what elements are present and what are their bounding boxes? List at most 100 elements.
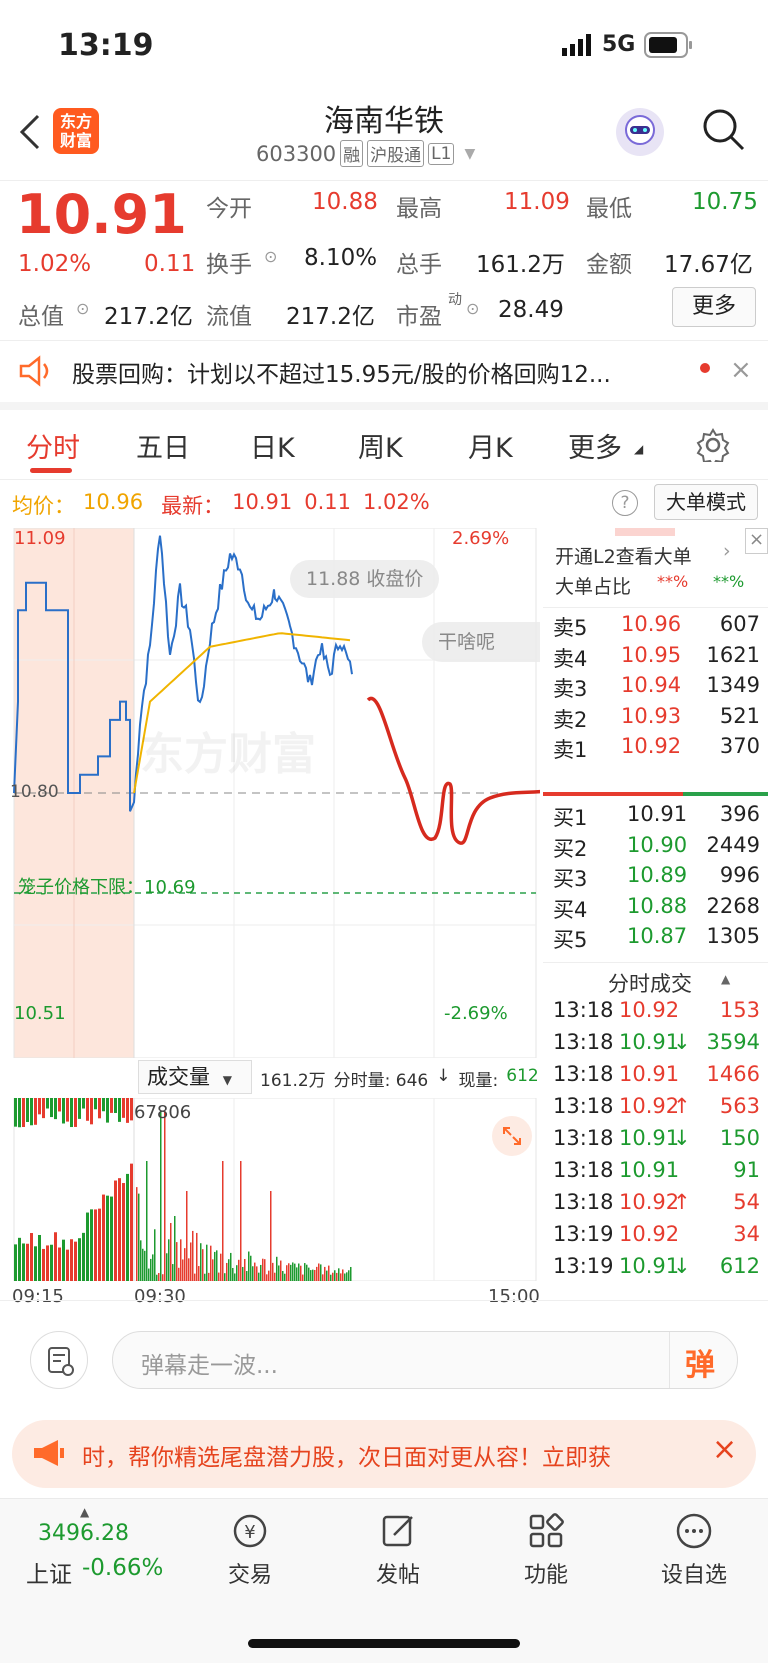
help-icon[interactable]: ? [612,490,638,516]
volume-bar [344,1273,346,1281]
volume-chart[interactable]: 67806 09:15 09:30 15:00 [10,1098,540,1307]
y-axis-bottom: 10.51 [14,1003,66,1024]
down-arrow-icon: ↓ [436,1066,451,1086]
volume-bar [176,1242,178,1281]
info-dots-icon[interactable]: ⊙ [264,247,277,266]
ask-label: 卖1 [553,738,588,762]
buyback-notice[interactable]: 股票回购：计划以不超过15.95元/股的价格回购12... × [0,340,768,410]
collapse-icon[interactable]: ▲ [721,972,730,986]
bid-row[interactable]: 买1 10.91 396 [543,802,768,834]
volume-bar [54,1232,57,1281]
ask-row[interactable]: 卖1 10.92 370 [543,734,768,766]
ticks-title[interactable]: 分时成交 [608,968,692,998]
index-ticker[interactable]: ▲ 3496.28 上证 -0.66% [0,1499,165,1609]
last-change: 0.11 [304,490,352,514]
expand-icon[interactable] [492,1116,532,1156]
bid-row[interactable]: 买4 10.88 2268 [543,894,768,926]
nav-functions[interactable]: 功能 [486,1511,606,1589]
close-icon[interactable]: × [730,355,752,385]
tab-daily[interactable]: 日K [250,426,295,465]
volume-bar [260,1264,262,1281]
volume-bar [156,1274,158,1281]
comment-input[interactable]: 弹幕走一波... 弹 [112,1331,738,1389]
big-order-mode-button[interactable]: 大单模式 [654,484,758,520]
ask-price: 10.94 [621,673,682,697]
close-icon[interactable]: × [712,1432,737,1467]
ask-row[interactable]: 卖2 10.93 521 [543,704,768,736]
l2-text: 开通L2查看大单 [555,546,692,568]
bullet-send-button[interactable]: 弹 [685,1340,715,1384]
nav-post[interactable]: 发帖 [338,1511,458,1589]
ask-row[interactable]: 卖5 10.96 607 [543,612,768,644]
search-icon[interactable] [702,108,746,156]
avg-value: 10.96 [83,490,144,514]
robot-assistant-icon[interactable] [616,108,664,156]
volume-bar [66,1249,69,1281]
volume-bar [70,1239,73,1281]
tick-direction: ↑ [673,1094,691,1118]
volume-bar [90,1209,93,1281]
volume-bar [136,1187,138,1281]
tab-more[interactable]: 更多 [568,426,622,465]
bid-row[interactable]: 买2 10.90 2449 [543,833,768,865]
volume-bar [70,1098,73,1128]
volume-bar [170,1222,172,1281]
expand-up-icon: ▲ [80,1505,90,1519]
bid-row[interactable]: 买3 10.89 996 [543,863,768,895]
volume-bar [286,1265,288,1281]
promo-banner[interactable]: 时，帮你精选尾盘潜力股，次日面对更从容！立即获 × [12,1420,756,1488]
change-percent: 1.02% [18,251,92,277]
tick-volume: 1466 [706,1062,760,1086]
watermark: 东方财富 [140,729,316,780]
megaphone-icon [32,1438,66,1472]
stock-code: 603300 [256,141,337,166]
y-axis-top: 11.09 [14,528,66,549]
nav-functions-label: 功能 [523,1563,568,1588]
volume-bar [226,1262,228,1281]
ask-row[interactable]: 卖3 10.94 1349 [543,673,768,705]
volume-bar [126,1173,129,1281]
volume-bar [254,1262,256,1281]
volume-peak-label: 67806 [134,1102,192,1123]
ask-row[interactable]: 卖4 10.95 1621 [543,643,768,675]
info-dots-icon[interactable]: ⊙ [76,299,89,318]
bid-row[interactable]: 买5 10.87 1305 [543,924,768,956]
volume-bar [140,1240,142,1281]
y-axis-top-pct: 2.69% [452,528,510,549]
volume-bar [122,1098,125,1118]
notice-text: 股票回购：计划以不超过15.95元/股的价格回购12... [72,362,611,388]
volume-bar [188,1258,190,1281]
close-icon[interactable]: × [745,528,768,554]
tab-intraday[interactable]: 分时 [26,426,80,465]
volume-selector[interactable]: 成交量 ▼ [138,1060,252,1094]
nav-add-watchlist[interactable]: 设自选 [634,1511,754,1589]
note-icon[interactable] [30,1331,88,1389]
last-change-pct: 1.02% [363,490,430,514]
pe-sup: 动 [448,292,462,308]
more-button[interactable]: 更多 [672,287,756,327]
bid-label: 买1 [553,806,588,830]
volume-bar [214,1251,216,1281]
divider [543,962,768,963]
tick-volume: 91 [733,1158,760,1182]
dropdown-icon[interactable]: ▼ [464,146,475,162]
tab-weekly[interactable]: 周K [358,426,403,465]
tick-time: 13:18 [553,1126,614,1150]
tab-five-day[interactable]: 五日 [136,426,190,465]
buy-strength-bar [683,792,768,796]
volume-bar [42,1248,45,1281]
volume-bar [178,1267,180,1281]
ask-volume: 370 [719,734,760,758]
volume-bar [338,1268,340,1281]
volume-value: 161.2万 [476,252,565,278]
volume-bar [82,1232,85,1281]
gear-icon[interactable] [696,428,730,468]
tab-monthly[interactable]: 月K [468,426,513,465]
nav-trade[interactable]: ¥ 交易 [190,1511,310,1589]
volume-bar [266,1274,268,1281]
l2-upsell[interactable]: 开通L2查看大单 › 大单占比 **% **% × [543,528,768,608]
info-dots-icon[interactable]: ⊙ [466,299,479,318]
tag-margin: 融 [340,140,364,167]
intraday-chart[interactable]: 东方财富 11.09 2.69% 10.80 10.51 -2.69% 笼子价格… [10,528,540,1058]
bid-label: 买4 [553,897,588,922]
